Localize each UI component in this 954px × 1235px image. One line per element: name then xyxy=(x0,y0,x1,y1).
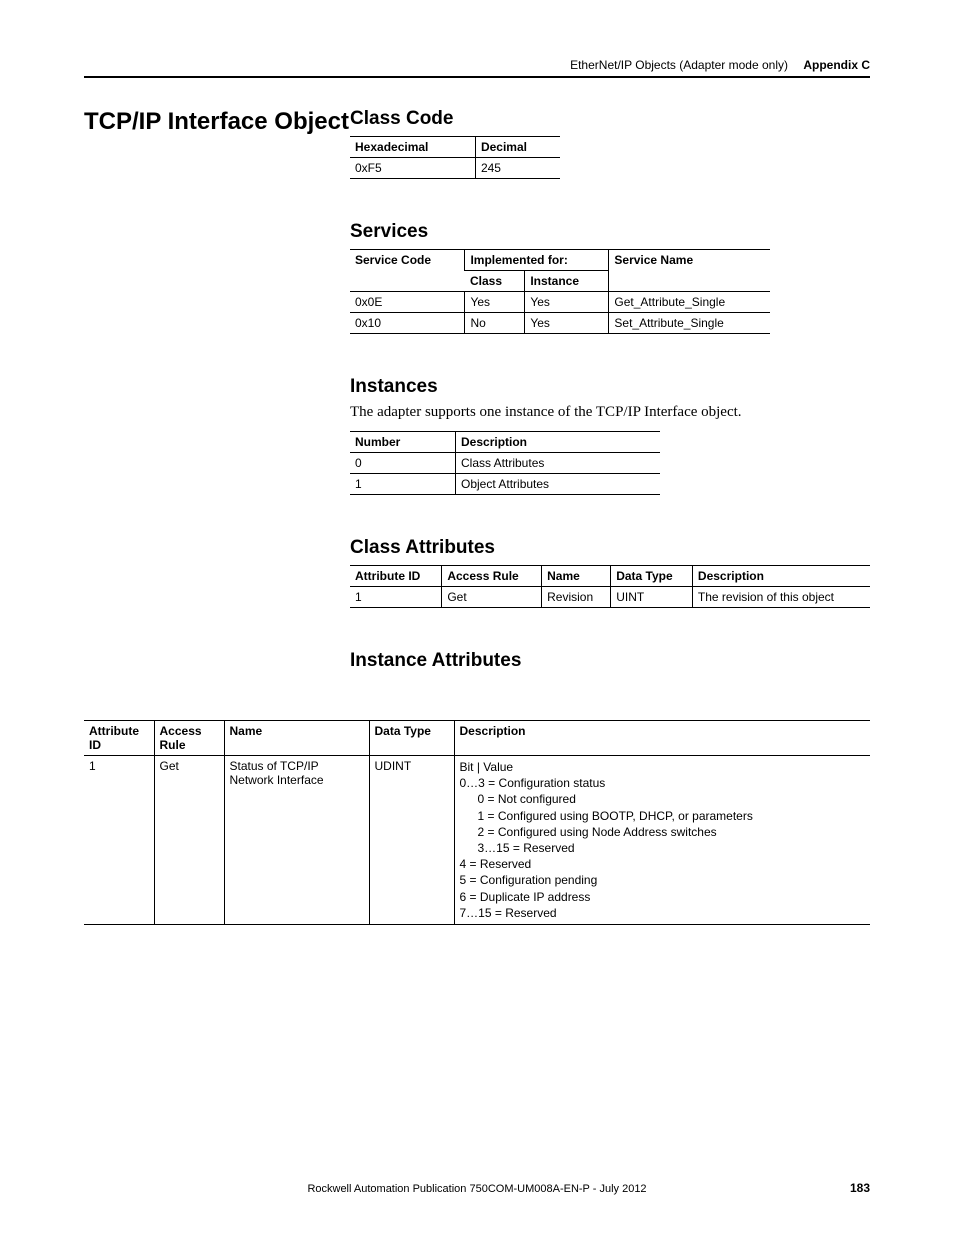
th-description: Description xyxy=(454,721,870,756)
cell: 1 xyxy=(350,587,442,608)
cell-dtype: UDINT xyxy=(369,756,454,925)
th-service-name: Service Name xyxy=(609,250,770,292)
heading-class-code: Class Code xyxy=(350,108,870,130)
cell: The revision of this object xyxy=(692,587,870,608)
th-access-rule: Access Rule xyxy=(442,566,542,587)
th-attr-id: Attribute ID xyxy=(350,566,442,587)
cell: 0xF5 xyxy=(350,158,475,179)
th-data-type: Data Type xyxy=(369,721,454,756)
table-row: 0 Class Attributes xyxy=(350,453,660,474)
desc-line: 6 = Duplicate IP address xyxy=(460,889,866,905)
cell-name: Status of TCP/IP Network Interface xyxy=(224,756,369,925)
cell: Get xyxy=(442,587,542,608)
footer-publication: Rockwell Automation Publication 750COM-U… xyxy=(307,1183,646,1195)
cell: Set_Attribute_Single xyxy=(609,313,770,334)
table-class-attributes: Attribute ID Access Rule Name Data Type … xyxy=(350,565,870,608)
th-instance: Instance xyxy=(525,271,609,292)
heading-instance-attributes: Instance Attributes xyxy=(350,650,870,672)
section-class-attributes: Class Attributes Attribute ID Access Rul… xyxy=(350,537,870,608)
section-instances: Instances The adapter supports one insta… xyxy=(350,376,870,495)
cell: Get_Attribute_Single xyxy=(609,292,770,313)
desc-line: 0 = Not configured xyxy=(460,791,866,807)
header-section-title: EtherNet/IP Objects (Adapter mode only) xyxy=(570,58,788,72)
th-dec: Decimal xyxy=(475,137,560,158)
th-name: Name xyxy=(542,566,611,587)
instances-intro: The adapter supports one instance of the… xyxy=(350,404,870,421)
th-attr-id: Attribute ID xyxy=(84,721,154,756)
th-access-rule: Access Rule xyxy=(154,721,224,756)
table-row: 0x0E Yes Yes Get_Attribute_Single xyxy=(350,292,770,313)
cell: 0x10 xyxy=(350,313,465,334)
table-row: 1 Object Attributes xyxy=(350,474,660,495)
cell: Yes xyxy=(525,292,609,313)
th-number: Number xyxy=(350,432,456,453)
desc-line: 4 = Reserved xyxy=(460,856,866,872)
cell: No xyxy=(465,313,525,334)
th-description: Description xyxy=(456,432,661,453)
cell: 0 xyxy=(350,453,456,474)
table-row: 1 Get Revision UINT The revision of this… xyxy=(350,587,870,608)
table-row: 0xF5 245 xyxy=(350,158,560,179)
desc-line: 3…15 = Reserved xyxy=(460,840,866,856)
header-appendix: Appendix C xyxy=(803,58,870,72)
heading-instances: Instances xyxy=(350,376,870,398)
th-hex: Hexadecimal xyxy=(350,137,475,158)
page-header: EtherNet/IP Objects (Adapter mode only) … xyxy=(84,58,870,78)
table-class-code: Hexadecimal Decimal 0xF5 245 xyxy=(350,136,560,179)
section-instance-attributes-heading: Instance Attributes xyxy=(350,650,870,672)
cell: Class Attributes xyxy=(456,453,661,474)
desc-line: 5 = Configuration pending xyxy=(460,872,866,888)
table-services: Service Code Implemented for: Service Na… xyxy=(350,249,770,334)
desc-line: 0…3 = Configuration status xyxy=(460,775,866,791)
cell: 1 xyxy=(350,474,456,495)
table-instances: Number Description 0 Class Attributes 1 … xyxy=(350,431,660,495)
cell-access: Get xyxy=(154,756,224,925)
cell: UINT xyxy=(611,587,693,608)
section-services: Services Service Code Implemented for: S… xyxy=(350,221,870,334)
section-class-code: Class Code Hexadecimal Decimal 0xF5 245 xyxy=(350,108,870,179)
description-lines: Bit | Value 0…3 = Configuration status 0… xyxy=(460,759,866,921)
page-footer: Rockwell Automation Publication 750COM-U… xyxy=(84,1183,870,1195)
table-row: 1 Get Status of TCP/IP Network Interface… xyxy=(84,756,870,925)
footer-page-number: 183 xyxy=(850,1181,870,1195)
cell: Yes xyxy=(525,313,609,334)
cell: 0x0E xyxy=(350,292,465,313)
page-title: TCP/IP Interface Object xyxy=(84,108,349,136)
desc-line: 1 = Configured using BOOTP, DHCP, or par… xyxy=(460,808,866,824)
heading-services: Services xyxy=(350,221,870,243)
cell: Object Attributes xyxy=(456,474,661,495)
main-content: Class Code Hexadecimal Decimal 0xF5 245 … xyxy=(350,108,870,678)
cell: 245 xyxy=(475,158,560,179)
table-row: 0x10 No Yes Set_Attribute_Single xyxy=(350,313,770,334)
desc-line: 2 = Configured using Node Address switch… xyxy=(460,824,866,840)
table-instance-attributes: Attribute ID Access Rule Name Data Type … xyxy=(84,720,870,925)
cell-description: Bit | Value 0…3 = Configuration status 0… xyxy=(454,756,870,925)
cell: Yes xyxy=(465,292,525,313)
heading-class-attributes: Class Attributes xyxy=(350,537,870,559)
th-description: Description xyxy=(692,566,870,587)
th-implemented-for: Implemented for: xyxy=(465,250,609,271)
section-instance-attributes-table: Attribute ID Access Rule Name Data Type … xyxy=(84,720,870,925)
desc-line: Bit | Value xyxy=(460,759,866,775)
cell-attr-id: 1 xyxy=(84,756,154,925)
th-class: Class xyxy=(465,271,525,292)
th-service-code: Service Code xyxy=(350,250,465,292)
th-name: Name xyxy=(224,721,369,756)
cell: Revision xyxy=(542,587,611,608)
desc-line: 7…15 = Reserved xyxy=(460,905,866,921)
th-data-type: Data Type xyxy=(611,566,693,587)
